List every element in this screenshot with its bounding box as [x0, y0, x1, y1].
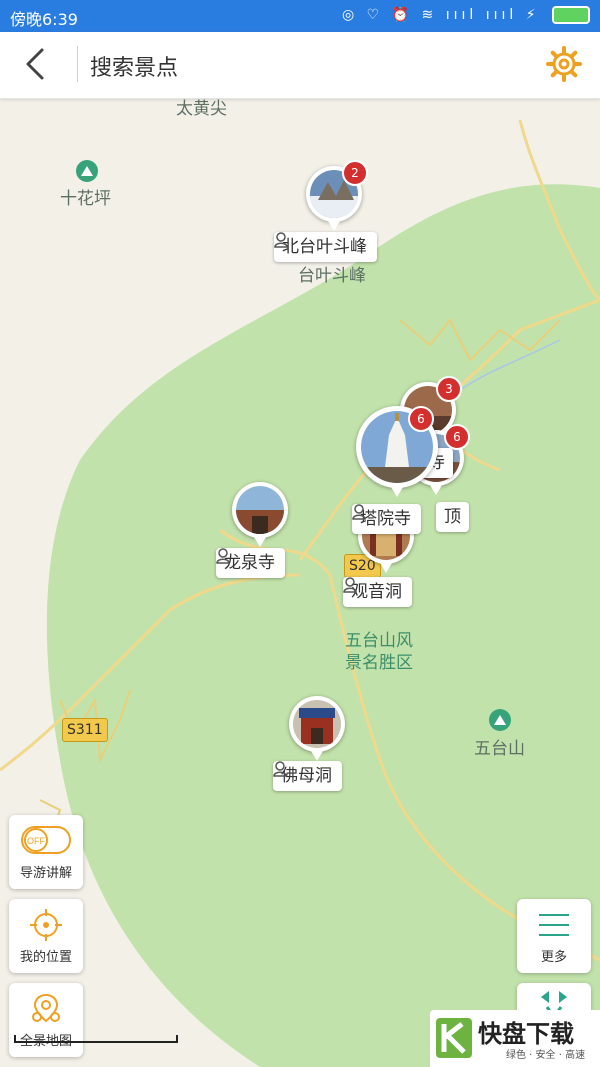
back-button[interactable] — [18, 46, 54, 82]
place-label-taihuangjian: 太黄尖 — [176, 99, 227, 119]
watermark-subtitle: 绿色 · 安全 · 高速 — [506, 1050, 586, 1061]
poi-label-guanyindong[interactable]: 观音洞 — [343, 577, 412, 607]
place-label-wutaishan: 五台山 — [474, 739, 525, 759]
peak-marker-icon — [76, 160, 98, 182]
cluster-count-badge: 3 — [436, 376, 462, 402]
status-indicator-icons: ◎ ♡ ⏰ ≋ ıııl ıııl ⚡ — [341, 7, 540, 23]
watermark-title: 快盘下载 — [478, 1020, 574, 1048]
poi-name: 佛母洞 — [281, 766, 332, 786]
my-location-button[interactable]: 我的位置 — [9, 899, 83, 973]
person-icon — [343, 577, 357, 593]
poi-name: 北台叶斗峰 — [282, 237, 367, 257]
watermark-k-icon — [436, 1018, 472, 1058]
person-icon — [274, 232, 288, 248]
more-label: 更多 — [540, 950, 567, 965]
poi-marker-beitai[interactable]: 2 — [306, 160, 368, 231]
poi-label-fomudong[interactable]: 佛母洞 — [273, 761, 342, 791]
poi-name-partial: 顶 — [444, 507, 461, 527]
cluster-count-badge: 6 — [408, 406, 434, 432]
map-scale-bar — [14, 1035, 178, 1043]
peak-marker-icon — [489, 709, 511, 731]
scenic-area-label-line2: 景名胜区 — [345, 653, 413, 673]
poi-marker-tayuansi[interactable]: 6 — [356, 406, 438, 497]
status-bar: 傍晚6:39 ◎ ♡ ⏰ ≋ ıııl ıııl ⚡ — [0, 0, 600, 32]
chevron-left-icon — [26, 48, 44, 80]
cluster-count-badge: 2 — [342, 160, 368, 186]
status-icons: ◎ ♡ ⏰ ≋ ıııl ıııl ⚡ — [342, 6, 590, 24]
status-time: 傍晚6:39 — [10, 10, 78, 29]
search-spots-field[interactable]: 搜索景点 — [90, 50, 178, 82]
crosshair-icon — [30, 909, 62, 941]
poi-label-longquansi[interactable]: 龙泉寺 — [216, 548, 285, 578]
person-icon — [216, 548, 230, 564]
toggle-state-text: OFF — [27, 836, 45, 846]
toggle-switch-icon: OFF — [21, 826, 71, 854]
poi-name: 观音洞 — [351, 582, 402, 602]
settings-button[interactable] — [546, 46, 582, 82]
poi-photo — [293, 700, 341, 748]
watermark-logo: 快盘下载 绿色 · 安全 · 高速 — [430, 1010, 600, 1067]
guide-label: 导游讲解 — [19, 866, 72, 881]
battery-icon — [552, 6, 590, 24]
poi-name: 塔院寺 — [360, 509, 411, 529]
poi-marker-longquansi[interactable] — [232, 482, 288, 547]
guide-toggle[interactable]: OFF — [9, 823, 83, 859]
more-button[interactable]: 更多 — [517, 899, 591, 973]
panorama-map-button[interactable]: 全景地图 — [9, 983, 83, 1057]
my-location-label: 我的位置 — [19, 950, 72, 965]
cluster-count-badge: 6 — [444, 424, 470, 450]
place-label-shihuaping: 十花坪 — [60, 189, 111, 209]
road-sign-s311: S311 — [62, 718, 108, 742]
top-bar: 搜索景点 — [0, 32, 600, 99]
poi-label-hidden-2[interactable]: 顶 — [436, 502, 469, 532]
poi-marker-fomudong[interactable] — [289, 696, 345, 761]
poi-name: 龙泉寺 — [224, 553, 275, 573]
map-pin-icon — [32, 993, 60, 1023]
poi-label-beitai[interactable]: 北台叶斗峰 — [274, 232, 377, 262]
map-view[interactable]: 太黄尖 十花坪 台叶斗峰 五台山风 景名胜区 五台山 S311 S20 2 北台… — [0, 98, 600, 1067]
place-label-taiyedoufeng: 台叶斗峰 — [298, 266, 366, 286]
header-divider — [77, 46, 78, 82]
person-icon — [273, 761, 287, 777]
poi-label-tayuansi[interactable]: 塔院寺 — [352, 504, 421, 534]
person-icon — [352, 504, 366, 520]
guide-toggle-button[interactable]: OFF 导游讲解 — [9, 815, 83, 889]
poi-photo — [236, 486, 284, 534]
menu-icon — [539, 914, 569, 936]
gear-icon — [546, 46, 582, 82]
